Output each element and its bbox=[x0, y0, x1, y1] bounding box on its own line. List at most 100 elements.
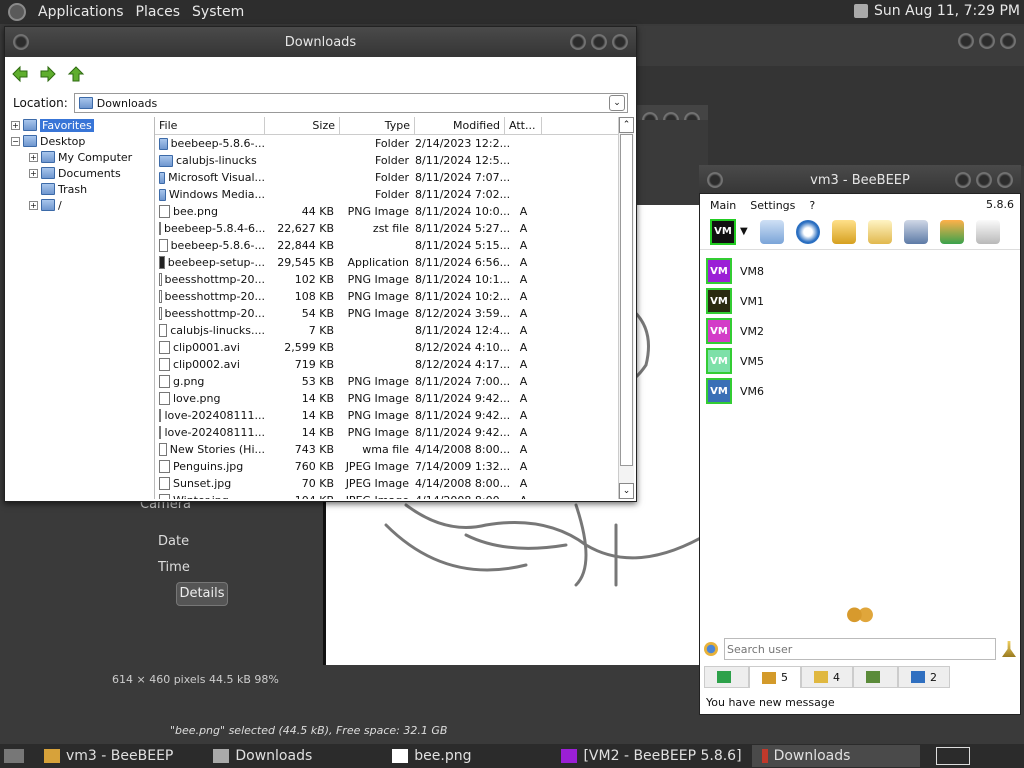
clock-area[interactable]: Sun Aug 11, 7:29 PM bbox=[854, 3, 1020, 19]
file-row[interactable]: beesshottmp-20... 108 KB PNG Image 8/11/202… bbox=[155, 288, 634, 305]
tree-expander-icon[interactable]: + bbox=[29, 152, 38, 162]
workspace-switcher-icon[interactable] bbox=[935, 747, 970, 765]
vertical-scrollbar[interactable]: ⌃ ⌄ bbox=[618, 117, 634, 499]
beebeep-tab[interactable]: 4 bbox=[801, 666, 853, 688]
tree-node[interactable]: + / bbox=[7, 197, 154, 213]
menu-system[interactable]: System bbox=[186, 4, 250, 20]
maximize-icon[interactable] bbox=[976, 172, 992, 188]
menu-places[interactable]: Places bbox=[130, 4, 187, 20]
network-icon[interactable] bbox=[795, 219, 820, 244]
close-icon[interactable] bbox=[612, 34, 628, 50]
settings-tools-icon[interactable] bbox=[903, 219, 928, 244]
file-row[interactable]: clip0001.avi 2,599 KB 8/12/2024 4:10... A bbox=[155, 339, 634, 356]
chevron-down-icon[interactable]: ⌄ bbox=[609, 95, 625, 111]
location-combobox[interactable]: Downloads ⌄ bbox=[73, 93, 628, 113]
menu-applications[interactable]: Applications bbox=[32, 4, 130, 20]
clock[interactable]: Sun Aug 11, 7:29 PM bbox=[874, 3, 1020, 19]
file-row[interactable]: bee.png 44 KB PNG Image 8/11/2024 10:0... A bbox=[155, 203, 634, 220]
file-row[interactable]: Windows Media... Folder 8/11/2024 7:02... bbox=[155, 186, 634, 203]
column-attributes[interactable]: Att... bbox=[505, 117, 542, 134]
trash-icon[interactable] bbox=[975, 219, 1000, 244]
task-vm3-beebeep[interactable]: vm3 - BeeBEEP bbox=[34, 745, 183, 767]
column-modified[interactable]: Modified bbox=[415, 117, 505, 134]
file-row[interactable]: beebeep-5.8.6-... 22,844 KB 8/11/2024 5:15… bbox=[155, 237, 634, 254]
scroll-down-icon[interactable]: ⌄ bbox=[619, 483, 634, 499]
file-row[interactable]: love-202408111... 14 KB PNG Image 8/11/2024… bbox=[155, 407, 634, 424]
user-item[interactable]: VM VM2 bbox=[706, 316, 1020, 346]
beebeep-tab[interactable]: 2 bbox=[898, 666, 950, 688]
close-icon[interactable] bbox=[997, 172, 1013, 188]
scroll-up-icon[interactable]: ⌃ bbox=[619, 117, 634, 133]
close-icon[interactable] bbox=[1000, 33, 1016, 49]
menu-settings[interactable]: Settings bbox=[750, 199, 795, 212]
menu-main[interactable]: Main bbox=[710, 199, 736, 212]
my-status-vm-icon[interactable]: VM bbox=[710, 218, 736, 245]
file-row[interactable]: Sunset.jpg 70 KB JPEG Image 4/14/2008 8:00.… bbox=[155, 475, 634, 492]
scroll-thumb[interactable] bbox=[620, 134, 633, 466]
file-row[interactable]: clip0002.avi 719 KB 8/12/2024 4:17... A bbox=[155, 356, 634, 373]
search-user-input[interactable] bbox=[724, 638, 996, 660]
file-row[interactable]: calubjs-linucks Folder 8/11/2024 12:5... bbox=[155, 152, 634, 169]
forward-arrow-icon[interactable] bbox=[39, 65, 57, 83]
back-arrow-icon[interactable] bbox=[11, 65, 29, 83]
task-vm2-beebeep[interactable]: [VM2 - BeeBEEP 5.8.6] bbox=[551, 745, 751, 767]
maximize-icon[interactable] bbox=[979, 33, 995, 49]
tree-node[interactable]: − Desktop bbox=[7, 133, 154, 149]
minimize-icon[interactable] bbox=[958, 33, 974, 49]
minimize-icon[interactable] bbox=[570, 34, 586, 50]
window-menu-icon[interactable] bbox=[13, 34, 29, 50]
tree-expander-icon[interactable]: − bbox=[11, 136, 20, 146]
column-file[interactable]: File bbox=[155, 117, 265, 134]
show-desktop-icon[interactable] bbox=[4, 749, 24, 763]
message-icon[interactable] bbox=[831, 219, 856, 244]
status-dropdown-icon[interactable]: ▼ bbox=[740, 226, 748, 237]
file-row[interactable]: Penguins.jpg 760 KB JPEG Image 7/14/2009 1:… bbox=[155, 458, 634, 475]
window-menu-icon[interactable] bbox=[707, 172, 723, 188]
task-bee-png[interactable]: bee.png bbox=[382, 745, 481, 767]
file-row[interactable]: love-202408111... 14 KB PNG Image 8/11/2024… bbox=[155, 424, 634, 441]
menu-help[interactable]: ? bbox=[809, 199, 815, 212]
details-button[interactable]: Details bbox=[176, 582, 228, 606]
file-row[interactable]: Microsoft Visual... Folder 8/11/2024 7:07.… bbox=[155, 169, 634, 186]
file-row[interactable]: beesshottmp-20... 102 KB PNG Image 8/11/202… bbox=[155, 271, 634, 288]
tree-node[interactable]: Trash bbox=[7, 181, 154, 197]
beebeep-titlebar[interactable]: vm3 - BeeBEEP bbox=[699, 165, 1021, 195]
tree-node[interactable]: + Documents bbox=[7, 165, 154, 181]
write-icon[interactable] bbox=[867, 219, 892, 244]
edit-profile-icon[interactable] bbox=[759, 219, 784, 244]
beebeep-tab[interactable] bbox=[704, 666, 749, 688]
task-downloads[interactable]: Downloads bbox=[203, 745, 322, 767]
beebeep-tab[interactable]: 5 bbox=[749, 666, 801, 688]
file-row[interactable]: love.png 14 KB PNG Image 8/11/2024 9:42... A bbox=[155, 390, 634, 407]
file-row[interactable]: beebeep-5.8.4-6... 22,627 KB zst file 8/11/… bbox=[155, 220, 634, 237]
maximize-icon[interactable] bbox=[591, 34, 607, 50]
share-icon[interactable] bbox=[939, 219, 964, 244]
user-item[interactable]: VM VM1 bbox=[706, 286, 1020, 316]
up-arrow-icon[interactable] bbox=[67, 65, 85, 83]
file-row[interactable]: New Stories (Hi... 743 KB wma file 4/14/200… bbox=[155, 441, 634, 458]
file-row[interactable]: calubjs-linucks.... 7 KB 8/11/2024 12:4...… bbox=[155, 322, 634, 339]
file-row[interactable]: Winter.jpg 104 KBJPEG Image4/14/2008 8:00… bbox=[155, 492, 634, 499]
file-row[interactable]: beebeep-setup-... 29,545 KB Application 8/1… bbox=[155, 254, 634, 271]
find-icon[interactable] bbox=[704, 642, 718, 656]
column-size[interactable]: Size bbox=[265, 117, 340, 134]
tree-node[interactable]: + Favorites bbox=[7, 117, 154, 133]
distro-logo-icon[interactable] bbox=[8, 3, 26, 21]
file-row[interactable]: beebeep-5.8.6-... Folder 2/14/2023 12:2... bbox=[155, 135, 634, 152]
file-row[interactable]: beesshottmp-20... 54 KB PNG Image 8/12/2024… bbox=[155, 305, 634, 322]
tree-node[interactable]: + My Computer bbox=[7, 149, 154, 165]
file-row[interactable]: g.png 53 KB PNG Image 8/11/2024 7:00... A bbox=[155, 373, 634, 390]
task-downloads-active[interactable]: Downloads bbox=[751, 745, 920, 767]
notification-tray-icon[interactable] bbox=[854, 4, 868, 18]
tree-expander-icon[interactable]: + bbox=[29, 200, 38, 210]
user-item[interactable]: VM VM6 bbox=[706, 376, 1020, 406]
minimize-icon[interactable] bbox=[955, 172, 971, 188]
user-item[interactable]: VM VM5 bbox=[706, 346, 1020, 376]
tree-expander-icon[interactable]: + bbox=[11, 120, 20, 130]
downloads-titlebar[interactable]: Downloads bbox=[5, 27, 636, 57]
column-type[interactable]: Type bbox=[340, 117, 415, 134]
beebeep-tab[interactable] bbox=[853, 666, 898, 688]
user-item[interactable]: VM VM8 bbox=[706, 256, 1020, 286]
tree-expander-icon[interactable]: + bbox=[29, 168, 38, 178]
clear-search-icon[interactable] bbox=[1002, 641, 1016, 657]
